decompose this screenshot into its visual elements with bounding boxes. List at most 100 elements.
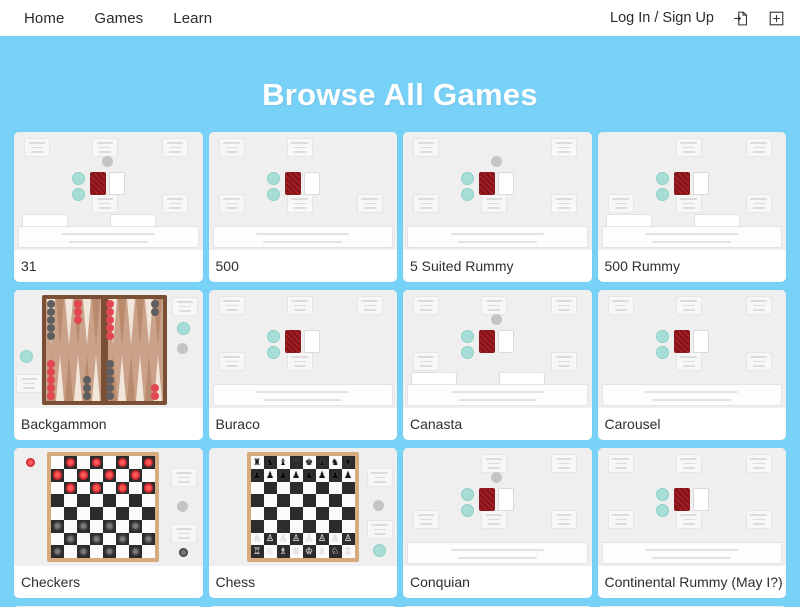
board-square (90, 468, 103, 482)
chess-piece: ♙ (265, 533, 275, 544)
backgammon-checker (74, 316, 82, 324)
login-signup-link[interactable]: Log In / Sign Up (610, 10, 714, 26)
board-square (77, 468, 90, 482)
board-square (77, 545, 90, 558)
player-box (551, 138, 577, 157)
table-footer-text (601, 226, 782, 248)
deck-card-back (673, 172, 690, 195)
board-square (142, 456, 155, 469)
action-button (72, 172, 85, 185)
game-card[interactable]: Checkers (14, 448, 203, 598)
board-square (328, 507, 342, 520)
page-title: Browse All Games (262, 77, 538, 112)
discard-card (692, 488, 709, 511)
player-box (607, 454, 634, 473)
player-box (745, 510, 772, 529)
board-square: ♙ (263, 532, 277, 546)
player-box (745, 296, 772, 315)
board-square (276, 519, 290, 533)
board-square (289, 494, 303, 507)
nav-links-group: Home Games Learn (24, 10, 212, 27)
board-square (129, 481, 142, 495)
game-thumbnail (597, 290, 786, 408)
board-square: ♟ (315, 468, 329, 482)
board-square (142, 468, 155, 482)
checker-piece-dark (52, 521, 63, 531)
board-square (328, 481, 342, 495)
captured-piece-red (26, 458, 35, 467)
chess-piece: ♗ (317, 546, 327, 557)
game-card[interactable]: Conquian (403, 448, 592, 598)
discard-card (303, 330, 320, 353)
game-card[interactable]: Continental Rummy (May I?) (597, 448, 786, 598)
game-card[interactable]: Backgammon (14, 290, 203, 440)
checker-piece-red (117, 457, 128, 468)
backgammon-checker (106, 384, 114, 392)
board-square: ♙ (250, 532, 264, 546)
player-box (413, 352, 439, 371)
table-footer-text (601, 384, 782, 406)
checker-piece-dark (78, 521, 89, 531)
backgammon-checker (106, 368, 114, 376)
game-thumbnail (14, 132, 203, 250)
chess-piece: ♙ (317, 533, 327, 544)
game-card[interactable]: 500 (208, 132, 397, 282)
board-square (77, 507, 90, 520)
game-card[interactable]: ♜ ♞ ♝ ♛ ♚ ♝ ♞ ♜ ♟ ♟ ♟ ♟ ♟ ♟ ♟ ♟ ♙ ♙ ♙ ♙ ♙ ♙ ♙ ♙ ♖ ♘ ♗ ♕ ♔ ♗ ♘ ♖ Chess (208, 448, 397, 598)
backgammon-checker (47, 332, 55, 340)
game-thumbnail: ♜♞♝♛♚♝♞♜♟♟♟♟♟♟♟♟♙♙♙♙♙♙♙♙♖♘♗♕♔♗♘♖ (208, 448, 397, 566)
board-square (116, 519, 129, 533)
create-game-icon[interactable] (766, 8, 786, 28)
nav-link-home[interactable]: Home (24, 10, 64, 27)
deck-card-back (284, 330, 301, 353)
board-square (263, 519, 277, 533)
board-square (129, 468, 142, 482)
board-square (116, 468, 129, 482)
dice-indicator (177, 343, 188, 354)
board-square (129, 519, 142, 533)
player-box (675, 194, 702, 213)
game-card[interactable]: 500 Rummy (597, 132, 786, 282)
checker-piece-red (65, 457, 76, 468)
board-square: ♕ (289, 545, 303, 558)
discard-card (303, 172, 320, 195)
game-card-label: Backgammon (21, 416, 107, 432)
board-square (77, 494, 90, 507)
game-card[interactable]: Buraco (208, 290, 397, 440)
game-card[interactable]: Canasta (403, 290, 592, 440)
nav-link-games[interactable]: Games (94, 10, 143, 27)
player-box (481, 510, 507, 529)
chess-piece: ♝ (317, 456, 327, 467)
board-square: ♚ (302, 456, 316, 469)
backgammon-checker (106, 308, 114, 316)
chess-piece: ♟ (343, 469, 353, 480)
turn-indicator (177, 501, 188, 512)
deck-card-back (284, 172, 301, 195)
checker-piece-red (130, 470, 141, 480)
action-button (266, 172, 280, 185)
player-box (218, 194, 245, 213)
nav-actions-group: Log In / Sign Up (610, 8, 786, 28)
board-square (142, 519, 155, 533)
checker-piece-red (65, 483, 76, 493)
game-card[interactable]: 5 Suited Rummy (403, 132, 592, 282)
action-button (655, 330, 669, 343)
board-square (64, 468, 77, 482)
chess-piece: ♙ (330, 533, 340, 544)
chess-piece: ♔ (304, 546, 314, 557)
discard-card (498, 488, 514, 511)
board-square: ♙ (289, 532, 303, 546)
nav-link-learn[interactable]: Learn (173, 10, 212, 27)
board-square (250, 481, 264, 495)
board-square (328, 519, 342, 533)
join-game-icon[interactable] (730, 8, 750, 28)
player-box (413, 194, 439, 213)
board-square: ♘ (263, 545, 277, 558)
backgammon-checker (151, 308, 159, 316)
board-square (116, 481, 129, 495)
game-card[interactable]: Carousel (597, 290, 786, 440)
deck-card-back (479, 488, 495, 511)
game-card[interactable]: 31 (14, 132, 203, 282)
player-box (286, 194, 313, 213)
game-thumbnail (403, 290, 592, 408)
